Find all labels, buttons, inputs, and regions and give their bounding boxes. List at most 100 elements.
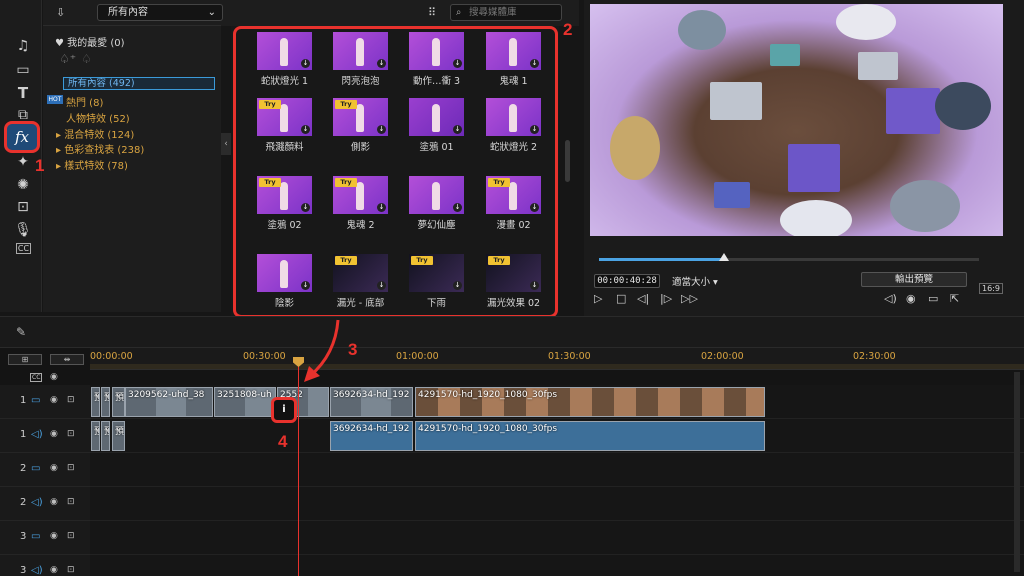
video-clip[interactable]: 3251808-uh	[214, 387, 276, 417]
fast-forward-icon[interactable]: ▷▷	[681, 292, 698, 305]
audio-clip[interactable]: 預	[101, 421, 110, 451]
fx-room-button[interactable]: fx	[4, 121, 40, 153]
category-hot[interactable]: 熱門 (8)	[66, 94, 103, 109]
category-people-effects[interactable]: 人物特效 (52)	[66, 110, 130, 125]
track-header[interactable]: 1 ▭ ◉ ⊡	[0, 385, 90, 419]
preview-scrub-bar[interactable]	[599, 253, 979, 261]
video-clip[interactable]: 3209562-uhd_38	[125, 387, 213, 417]
media-room-icon[interactable]: ♫	[14, 37, 32, 55]
lock-icon[interactable]: ⊡	[67, 463, 75, 473]
subtitle-icon[interactable]: ▭	[928, 292, 938, 305]
volume-icon[interactable]: ◁)	[884, 292, 897, 305]
track-lane[interactable]: 預預預 3692634-hd_1924291570-hd_1920_1080_30…	[90, 419, 1024, 453]
eye-icon[interactable]: ◉	[50, 429, 58, 439]
category-style-effects[interactable]: ▸ 樣式特效 (78)	[56, 157, 128, 172]
search-input[interactable]: ⌕ 搜尋媒體庫	[450, 4, 562, 21]
export-preview-button[interactable]: 輸出預覽	[861, 272, 967, 287]
subtitle-frame-icon[interactable]: ⊡	[14, 198, 32, 216]
pip-room-icon[interactable]: ▭	[14, 61, 32, 79]
person-image	[890, 180, 960, 232]
track-lane[interactable]	[90, 555, 1024, 576]
eye-icon[interactable]: ◉	[50, 565, 58, 575]
track-manager-icon[interactable]: ⊞	[8, 354, 42, 365]
audio-clip[interactable]: 4291570-hd_1920_1080_30fps	[415, 421, 765, 451]
audio-clip[interactable]: 預	[112, 421, 125, 451]
collapse-panel-handle[interactable]: ‹	[221, 133, 231, 155]
previous-frame-icon[interactable]: ◁|	[637, 292, 649, 305]
timeline-ruler[interactable]: 00:00:00 00:30:00 01:00:00 01:30:00 02:00:00…	[90, 348, 1024, 370]
title-room-icon[interactable]: T	[14, 84, 32, 102]
video-clip[interactable]: 預	[101, 387, 110, 417]
eye-icon[interactable]: ◉	[50, 497, 58, 507]
audio-clip[interactable]: 預	[91, 421, 100, 451]
category-all-content[interactable]: 所有內容 (492)	[63, 77, 215, 90]
edit-pen-icon[interactable]: ✎	[16, 325, 26, 339]
clip-label: 3209562-uhd_38	[128, 390, 205, 400]
video-track-icon: ▭	[31, 531, 41, 542]
annotation-box-4-fx-marker[interactable]: i	[271, 397, 297, 423]
laptop-image	[788, 144, 840, 192]
sparkle-room-icon[interactable]: ✺	[14, 176, 32, 194]
category-blend-effects[interactable]: ▸ 混合特效 (124)	[56, 126, 134, 141]
grid-view-icon[interactable]: ⠿	[428, 6, 436, 19]
lock-icon[interactable]: ⊡	[67, 395, 75, 405]
track-lane[interactable]	[90, 487, 1024, 521]
laptop-image	[886, 88, 940, 134]
microphone-icon[interactable]: 🎙	[14, 221, 32, 239]
stop-icon[interactable]: □	[616, 292, 626, 305]
category-label: 混合特效 (124)	[64, 130, 135, 141]
eye-icon[interactable]: ◉	[50, 372, 58, 382]
annotation-label-4: 4	[278, 432, 288, 451]
track-header[interactable]: 3 ▭ ◉ ⊡	[0, 521, 90, 555]
ruler-tick-label: 00:30:00	[243, 351, 286, 362]
track-lane[interactable]	[90, 453, 1024, 487]
content-filter-dropdown[interactable]: 所有內容 ⌄	[97, 4, 223, 21]
lock-icon[interactable]: ⊡	[67, 429, 75, 439]
video-clip[interactable]: 預	[112, 387, 125, 417]
timeline-toolbar: ✎	[0, 316, 1024, 348]
track-lane[interactable]	[90, 521, 1024, 555]
timecode-display[interactable]: 00:00:40:28	[594, 274, 660, 288]
video-clip[interactable]: 4291570-hd_1920_1080_30fps	[415, 387, 765, 417]
timeline-scrollbar[interactable]	[1014, 372, 1020, 572]
lock-icon[interactable]: ⊡	[67, 497, 75, 507]
track-header[interactable]: 2 ◁) ◉ ⊡	[0, 487, 90, 521]
particle-room-icon[interactable]: ✦	[14, 153, 32, 171]
fit-size-dropdown[interactable]: 適當大小 ▾	[672, 274, 718, 288]
detach-preview-icon[interactable]: ⇱	[950, 292, 959, 305]
library-scrollbar[interactable]	[565, 140, 570, 182]
aspect-ratio-selector[interactable]: 16:9	[979, 283, 1003, 294]
fit-timeline-icon[interactable]: ⇹	[50, 354, 84, 365]
eye-icon[interactable]: ◉	[50, 395, 58, 405]
cc-subtitle-icon[interactable]: CC	[16, 243, 31, 254]
laptop-image	[858, 52, 898, 80]
import-icon[interactable]: ⇩	[56, 6, 65, 19]
audio-clip[interactable]: 3692634-hd_192	[330, 421, 413, 451]
snapshot-camera-icon[interactable]: ◉	[906, 292, 916, 305]
chevron-down-icon: ▾	[713, 277, 718, 288]
category-lut[interactable]: ▸ 色彩查找表 (238)	[56, 141, 144, 156]
audio-track-icon: ◁)	[31, 497, 43, 508]
clip-label: 4291570-hd_1920_1080_30fps	[418, 390, 558, 400]
eye-icon[interactable]: ◉	[50, 531, 58, 541]
preview-panel: 00:00:40:28 適當大小 ▾ 輸出預覽 ▷ □ ◁| |▷ ▷▷ ◁) …	[584, 0, 1024, 316]
track-lane[interactable]: 預預預3209562-uhd_383251808-uh25523692634-h…	[90, 385, 1024, 419]
favorites-item[interactable]: ♥ 我的最愛 (0)	[55, 34, 125, 49]
search-placeholder: 搜尋媒體庫	[469, 7, 517, 18]
lock-icon[interactable]: ⊡	[67, 565, 75, 575]
scrub-handle[interactable]	[719, 253, 730, 261]
lock-icon[interactable]: ⊡	[67, 531, 75, 541]
favorites-label: 我的最愛 (0)	[67, 38, 125, 49]
add-favorite-icon[interactable]: ♤⁺	[59, 52, 76, 66]
video-clip[interactable]: 3692634-hd_192	[330, 387, 413, 417]
track-header[interactable]: 2 ▭ ◉ ⊡	[0, 453, 90, 487]
eye-icon[interactable]: ◉	[50, 463, 58, 473]
dropdown-value: 所有內容	[108, 7, 148, 18]
track-header[interactable]: 1 ◁) ◉ ⊡	[0, 419, 90, 453]
playhead-line[interactable]	[298, 358, 299, 576]
track-header[interactable]: 3 ◁) ◉ ⊡	[0, 555, 90, 576]
next-frame-icon[interactable]: |▷	[660, 292, 672, 305]
remove-favorite-icon[interactable]: ♤	[81, 52, 92, 66]
video-clip[interactable]: 預	[91, 387, 100, 417]
play-icon[interactable]: ▷	[594, 292, 602, 305]
